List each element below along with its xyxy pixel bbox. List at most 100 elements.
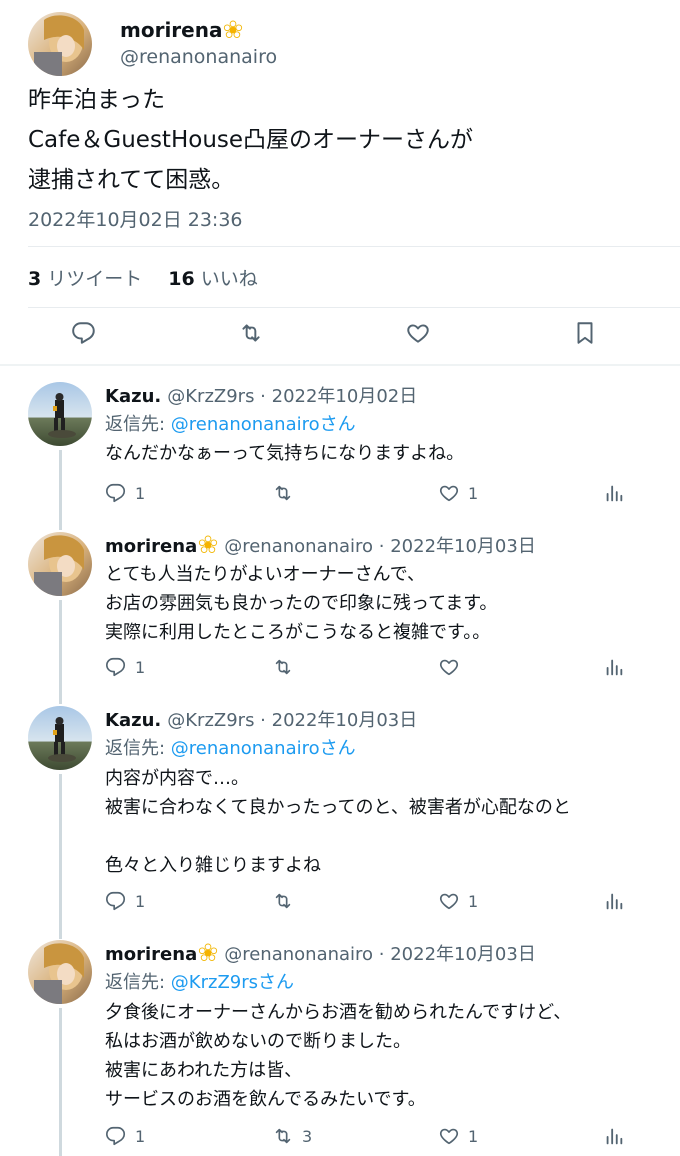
reply-header: Kazu. @KrzZ9rs · 2022年10月02日 (105, 382, 417, 408)
reply-button[interactable]: 1 (105, 481, 145, 505)
reply-meta[interactable]: @KrzZ9rs · 2022年10月02日 (167, 386, 417, 407)
main-tweet: morirena @renanonanairo 昨年泊まった Cafe＆Gues… (0, 0, 680, 366)
reply-actions: 1 3 1 (105, 1124, 625, 1148)
author-name[interactable]: morirena (120, 18, 243, 42)
retweet-icon (242, 324, 260, 342)
reply-text-line: サービスのお酒を飲んでるみたいです。 (105, 1089, 426, 1110)
analytics-icon (606, 1128, 623, 1145)
thread-line (59, 450, 62, 530)
retweet-button[interactable] (272, 481, 302, 505)
reply-actions: 1 1 (105, 481, 625, 505)
avatar[interactable] (28, 382, 92, 446)
retweet-button[interactable] (236, 318, 266, 348)
avatar[interactable] (28, 940, 92, 1004)
mention-link[interactable]: @KrzZ9rsさん (171, 972, 294, 993)
like-button[interactable]: 1 (438, 1124, 478, 1148)
tweet-text-line: Cafe＆GuestHouse凸屋のオーナーさんが (28, 127, 474, 153)
reply-actions: 1 (105, 655, 625, 679)
avatar[interactable] (28, 706, 92, 770)
heart-icon (439, 659, 459, 676)
action-bar (0, 318, 680, 354)
reply-meta[interactable]: @KrzZ9rs · 2022年10月03日 (167, 710, 417, 731)
reply-text-line: 内容が内容で…。 (105, 768, 249, 789)
analytics-button[interactable] (603, 889, 625, 913)
mention-link[interactable]: @renanonanairoさん (171, 414, 356, 435)
reply-text: 夕食後にオーナーさんからお酒を勧められたんですけど、 私はお酒が飲めないので断り… (105, 998, 665, 1114)
reply-meta[interactable]: @renanonanairo · 2022年10月03日 (224, 536, 536, 557)
reply-button[interactable]: 1 (105, 1124, 145, 1148)
reply-icon (106, 1126, 126, 1146)
reply-button[interactable]: 1 (105, 889, 145, 913)
heart-icon (439, 485, 459, 502)
reply-text-line: 夕食後にオーナーさんからお酒を勧められたんですけど、 (105, 1002, 572, 1023)
retweet-icon (275, 485, 291, 501)
flower-emoji-icon (224, 20, 243, 39)
reply-header: morirena @renanonanairo · 2022年10月03日 (105, 940, 536, 966)
tweet-text-line: 昨年泊まった (28, 87, 166, 113)
like-button[interactable] (438, 655, 468, 679)
like-button[interactable] (403, 318, 433, 348)
retweet-icon (275, 1128, 291, 1144)
author-handle[interactable]: @renanonanairo (120, 46, 277, 68)
bookmark-icon (577, 322, 593, 344)
divider (28, 246, 680, 247)
analytics-icon (606, 485, 623, 502)
reply-text: 内容が内容で…。 被害に合わなくて良かったってのと、被害者が心配なのと 色々と入… (105, 764, 665, 880)
thread-line (59, 774, 62, 939)
reply-author-name[interactable]: Kazu. (105, 710, 161, 731)
reply-text: なんだかなぁーって気持ちになりますよね。 (105, 439, 665, 468)
reply-text-line: 実際に利用したところがこうなると複雑です。。 (105, 622, 491, 643)
retweet-icon (275, 659, 291, 675)
reply-button[interactable] (69, 318, 99, 348)
reply-text-line: お店の雰囲気も良かったので印象に残ってます。 (105, 593, 498, 614)
reply-text-line: 被害にあわれた方は皆、 (105, 1060, 303, 1081)
reply-text-line (105, 822, 665, 851)
reply-text-line: なんだかなぁーって気持ちになりますよね。 (105, 443, 465, 464)
divider (0, 364, 680, 366)
like-stat[interactable]: 16 いいね (168, 268, 257, 290)
reply-icon (106, 657, 126, 677)
retweet-button[interactable] (272, 655, 302, 679)
reply-header: Kazu. @KrzZ9rs · 2022年10月03日 (105, 706, 417, 732)
retweet-icon (275, 893, 291, 909)
bookmark-button[interactable] (570, 318, 600, 348)
tweet-text: 昨年泊まった Cafe＆GuestHouse凸屋のオーナーさんが 逮捕されてて困… (28, 80, 658, 200)
reply-text-line: 被害に合わなくて良かったってのと、被害者が心配なのと (105, 797, 571, 818)
replying-to: 返信先: @KrzZ9rsさん (105, 972, 295, 993)
analytics-icon (606, 893, 623, 910)
avatar[interactable] (28, 532, 92, 596)
flower-emoji-icon (198, 943, 218, 962)
reply-icon (106, 483, 126, 503)
retweet-button[interactable] (272, 889, 302, 913)
reply-text-line: とても人当たりがよいオーナーさんで、 (105, 564, 426, 585)
retweet-stat[interactable]: 3 リツイート (28, 268, 142, 290)
replying-to: 返信先: @renanonanairoさん (105, 414, 356, 435)
heart-icon (439, 1128, 459, 1145)
tweet-text-line: 逮捕されてて困惑。 (28, 167, 235, 193)
thread-line (59, 600, 62, 704)
reply-text-line: 私はお酒が飲めないので断りました。 (105, 1031, 411, 1052)
timestamp[interactable]: 2022年10月02日 23:36 (28, 205, 243, 232)
analytics-button[interactable] (603, 655, 625, 679)
analytics-button[interactable] (603, 481, 625, 505)
avatar[interactable] (28, 12, 92, 76)
like-button[interactable]: 1 (438, 889, 478, 913)
retweet-button[interactable]: 3 (272, 1124, 312, 1148)
replying-to: 返信先: @renanonanairoさん (105, 738, 356, 759)
heart-icon (407, 324, 429, 343)
reply-author-name[interactable]: morirena (105, 536, 197, 557)
reply-button[interactable]: 1 (105, 655, 145, 679)
reply-icon (106, 891, 126, 911)
reply-actions: 1 1 (105, 889, 625, 913)
reply-author-name[interactable]: morirena (105, 944, 197, 965)
reply-meta[interactable]: @renanonanairo · 2022年10月03日 (224, 944, 536, 965)
mention-link[interactable]: @renanonanairoさん (171, 738, 356, 759)
reply-icon (72, 322, 95, 344)
flower-emoji-icon (198, 535, 218, 554)
like-button[interactable]: 1 (438, 481, 478, 505)
divider (28, 307, 680, 308)
heart-icon (439, 893, 459, 910)
analytics-button[interactable] (603, 1124, 625, 1148)
reply-author-name[interactable]: Kazu. (105, 386, 161, 407)
reply-text-line: 色々と入り雑じりますよね (105, 855, 321, 876)
